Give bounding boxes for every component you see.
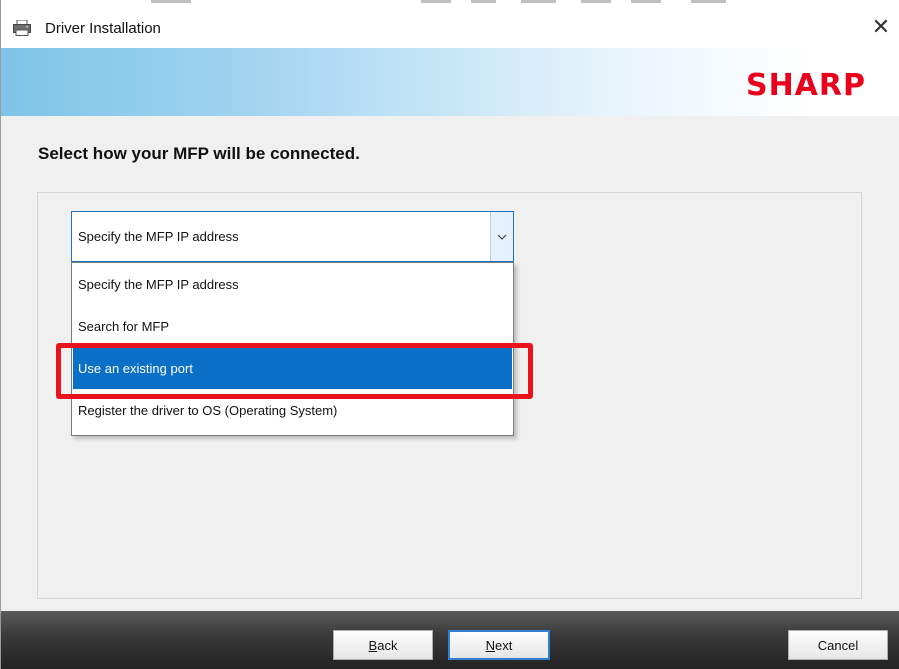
connection-method-options: Specify the MFP IP address Search for MF…	[71, 262, 514, 436]
chevron-down-icon	[497, 234, 507, 240]
close-button[interactable]: ✕	[868, 14, 894, 40]
combo-selected-value: Specify the MFP IP address	[78, 229, 239, 244]
installer-window: Driver Installation ✕ SHARP Select how y…	[0, 0, 899, 669]
page-heading: Select how your MFP will be connected.	[38, 144, 360, 163]
option-use-existing-port[interactable]: Use an existing port	[73, 348, 512, 389]
connection-method-select[interactable]: Specify the MFP IP address	[71, 211, 514, 262]
button-bar: Back Next Cancel	[1, 611, 899, 669]
back-button[interactable]: Back	[333, 630, 433, 660]
cancel-button[interactable]: Cancel	[788, 630, 888, 660]
option-register-driver-os[interactable]: Register the driver to OS (Operating Sys…	[73, 390, 512, 431]
next-button[interactable]: Next	[448, 630, 550, 660]
header-banner: SHARP	[1, 48, 899, 116]
title-bar: Driver Installation ✕	[1, 8, 899, 48]
window-title: Driver Installation	[45, 20, 161, 37]
background-window-strip	[1, 0, 899, 8]
sharp-logo: SHARP	[745, 68, 866, 103]
option-search-mfp[interactable]: Search for MFP	[73, 306, 512, 347]
printer-icon	[13, 19, 31, 36]
dropdown-arrow-button[interactable]	[490, 212, 513, 261]
close-icon: ✕	[871, 14, 891, 39]
option-specify-ip[interactable]: Specify the MFP IP address	[73, 264, 512, 305]
